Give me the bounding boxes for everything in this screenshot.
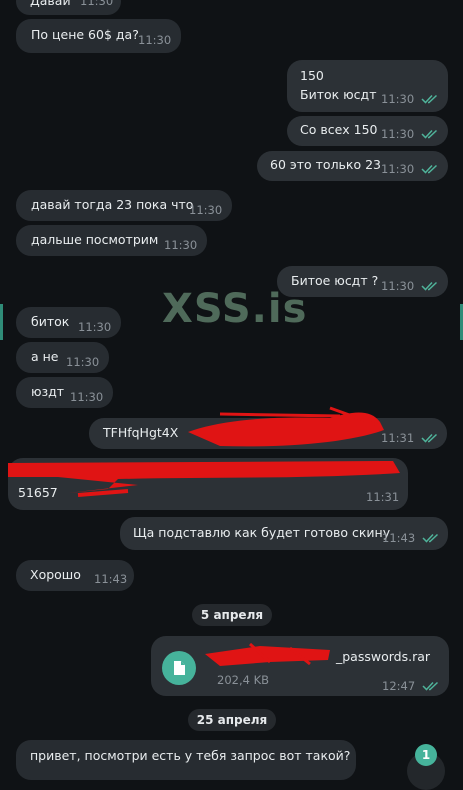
message-time: 11:30 bbox=[381, 127, 415, 141]
double-check-icon bbox=[421, 281, 438, 291]
message-time: 11:30 bbox=[381, 92, 415, 106]
message-bubble[interactable]: Хорошо 11:43 bbox=[16, 560, 134, 591]
message-time: 11:30 bbox=[381, 279, 415, 293]
selection-indicator bbox=[0, 304, 3, 340]
date-separator: 5 апреля bbox=[192, 604, 272, 626]
message-text: биток bbox=[31, 314, 70, 329]
message-text: Давай bbox=[30, 0, 71, 8]
watermark: XSS.is bbox=[162, 286, 308, 332]
message-bubble[interactable]: привет, посмотри есть у тебя запрос вот … bbox=[16, 740, 356, 780]
file-size: 202,4 KB bbox=[217, 673, 270, 687]
file-name: _passwords.rar bbox=[336, 649, 431, 664]
message-time: 11:30 bbox=[189, 203, 223, 217]
message-text: а не bbox=[31, 349, 59, 364]
redaction-scribble bbox=[188, 406, 384, 447]
message-text: 60 это только 23 bbox=[270, 157, 382, 172]
double-check-icon bbox=[421, 94, 438, 104]
message-time: 11:30 bbox=[78, 320, 112, 334]
message-time: 11:30 bbox=[164, 238, 198, 252]
message-bubble[interactable]: юздт 11:30 bbox=[16, 377, 113, 408]
message-text: По цене 60$ да? bbox=[31, 27, 139, 42]
message-time: 11:43 bbox=[94, 572, 128, 586]
date-separator: 25 апреля bbox=[188, 709, 276, 731]
message-bubble[interactable]: давай тогда 23 пока что 11:30 bbox=[16, 190, 232, 221]
message-bubble[interactable]: 60 это только 23 11:30 bbox=[257, 151, 448, 181]
double-check-icon bbox=[422, 681, 439, 691]
message-bubble[interactable]: По цене 60$ да? 11:30 bbox=[16, 19, 181, 53]
message-text: юздт bbox=[31, 384, 65, 399]
message-text-line-2: Биток юсдт bbox=[300, 87, 377, 102]
message-time: 11:30 bbox=[66, 355, 100, 369]
double-check-icon bbox=[422, 533, 439, 543]
message-time: 11:30 bbox=[138, 33, 172, 47]
message-text: Ща подставлю как будет готово скину bbox=[133, 525, 391, 540]
double-check-icon bbox=[421, 164, 438, 174]
message-text: привет, посмотри есть у тебя запрос вот … bbox=[30, 748, 351, 763]
message-time: 11:30 bbox=[70, 390, 104, 404]
message-bubble[interactable]: биток 11:30 bbox=[16, 307, 121, 338]
document-icon bbox=[174, 661, 185, 675]
message-text: дальше посмотрим bbox=[31, 232, 159, 247]
message-time: 11:30 bbox=[381, 162, 415, 176]
message-time: 11:30 bbox=[80, 0, 114, 8]
message-text: Хорошо bbox=[30, 567, 81, 582]
message-time: 11:43 bbox=[382, 531, 416, 545]
message-text: TFHfqHgt4X bbox=[103, 425, 179, 440]
message-bubble[interactable]: Давай 11:30 bbox=[16, 0, 121, 15]
message-text: Со всех 150 bbox=[300, 122, 378, 137]
double-check-icon bbox=[421, 129, 438, 139]
message-text-line-1: 150 bbox=[300, 68, 324, 83]
message-bubble[interactable]: а не 11:30 bbox=[16, 342, 109, 373]
file-icon[interactable] bbox=[162, 651, 196, 685]
message-bubble[interactable]: Со всех 150 11:30 bbox=[287, 116, 448, 146]
message-text: давай тогда 23 пока что bbox=[31, 197, 194, 212]
redaction-scribble bbox=[205, 642, 330, 666]
unread-count-badge[interactable]: 1 bbox=[415, 744, 437, 766]
message-bubble[interactable]: 150 Биток юсдт 11:30 bbox=[287, 60, 448, 112]
redaction-scribble bbox=[8, 461, 400, 497]
message-bubble[interactable]: дальше посмотрим 11:30 bbox=[16, 225, 207, 256]
message-time: 12:47 bbox=[382, 679, 416, 693]
message-bubble[interactable]: Ща подставлю как будет готово скину 11:4… bbox=[120, 517, 448, 550]
double-check-icon bbox=[421, 433, 438, 443]
